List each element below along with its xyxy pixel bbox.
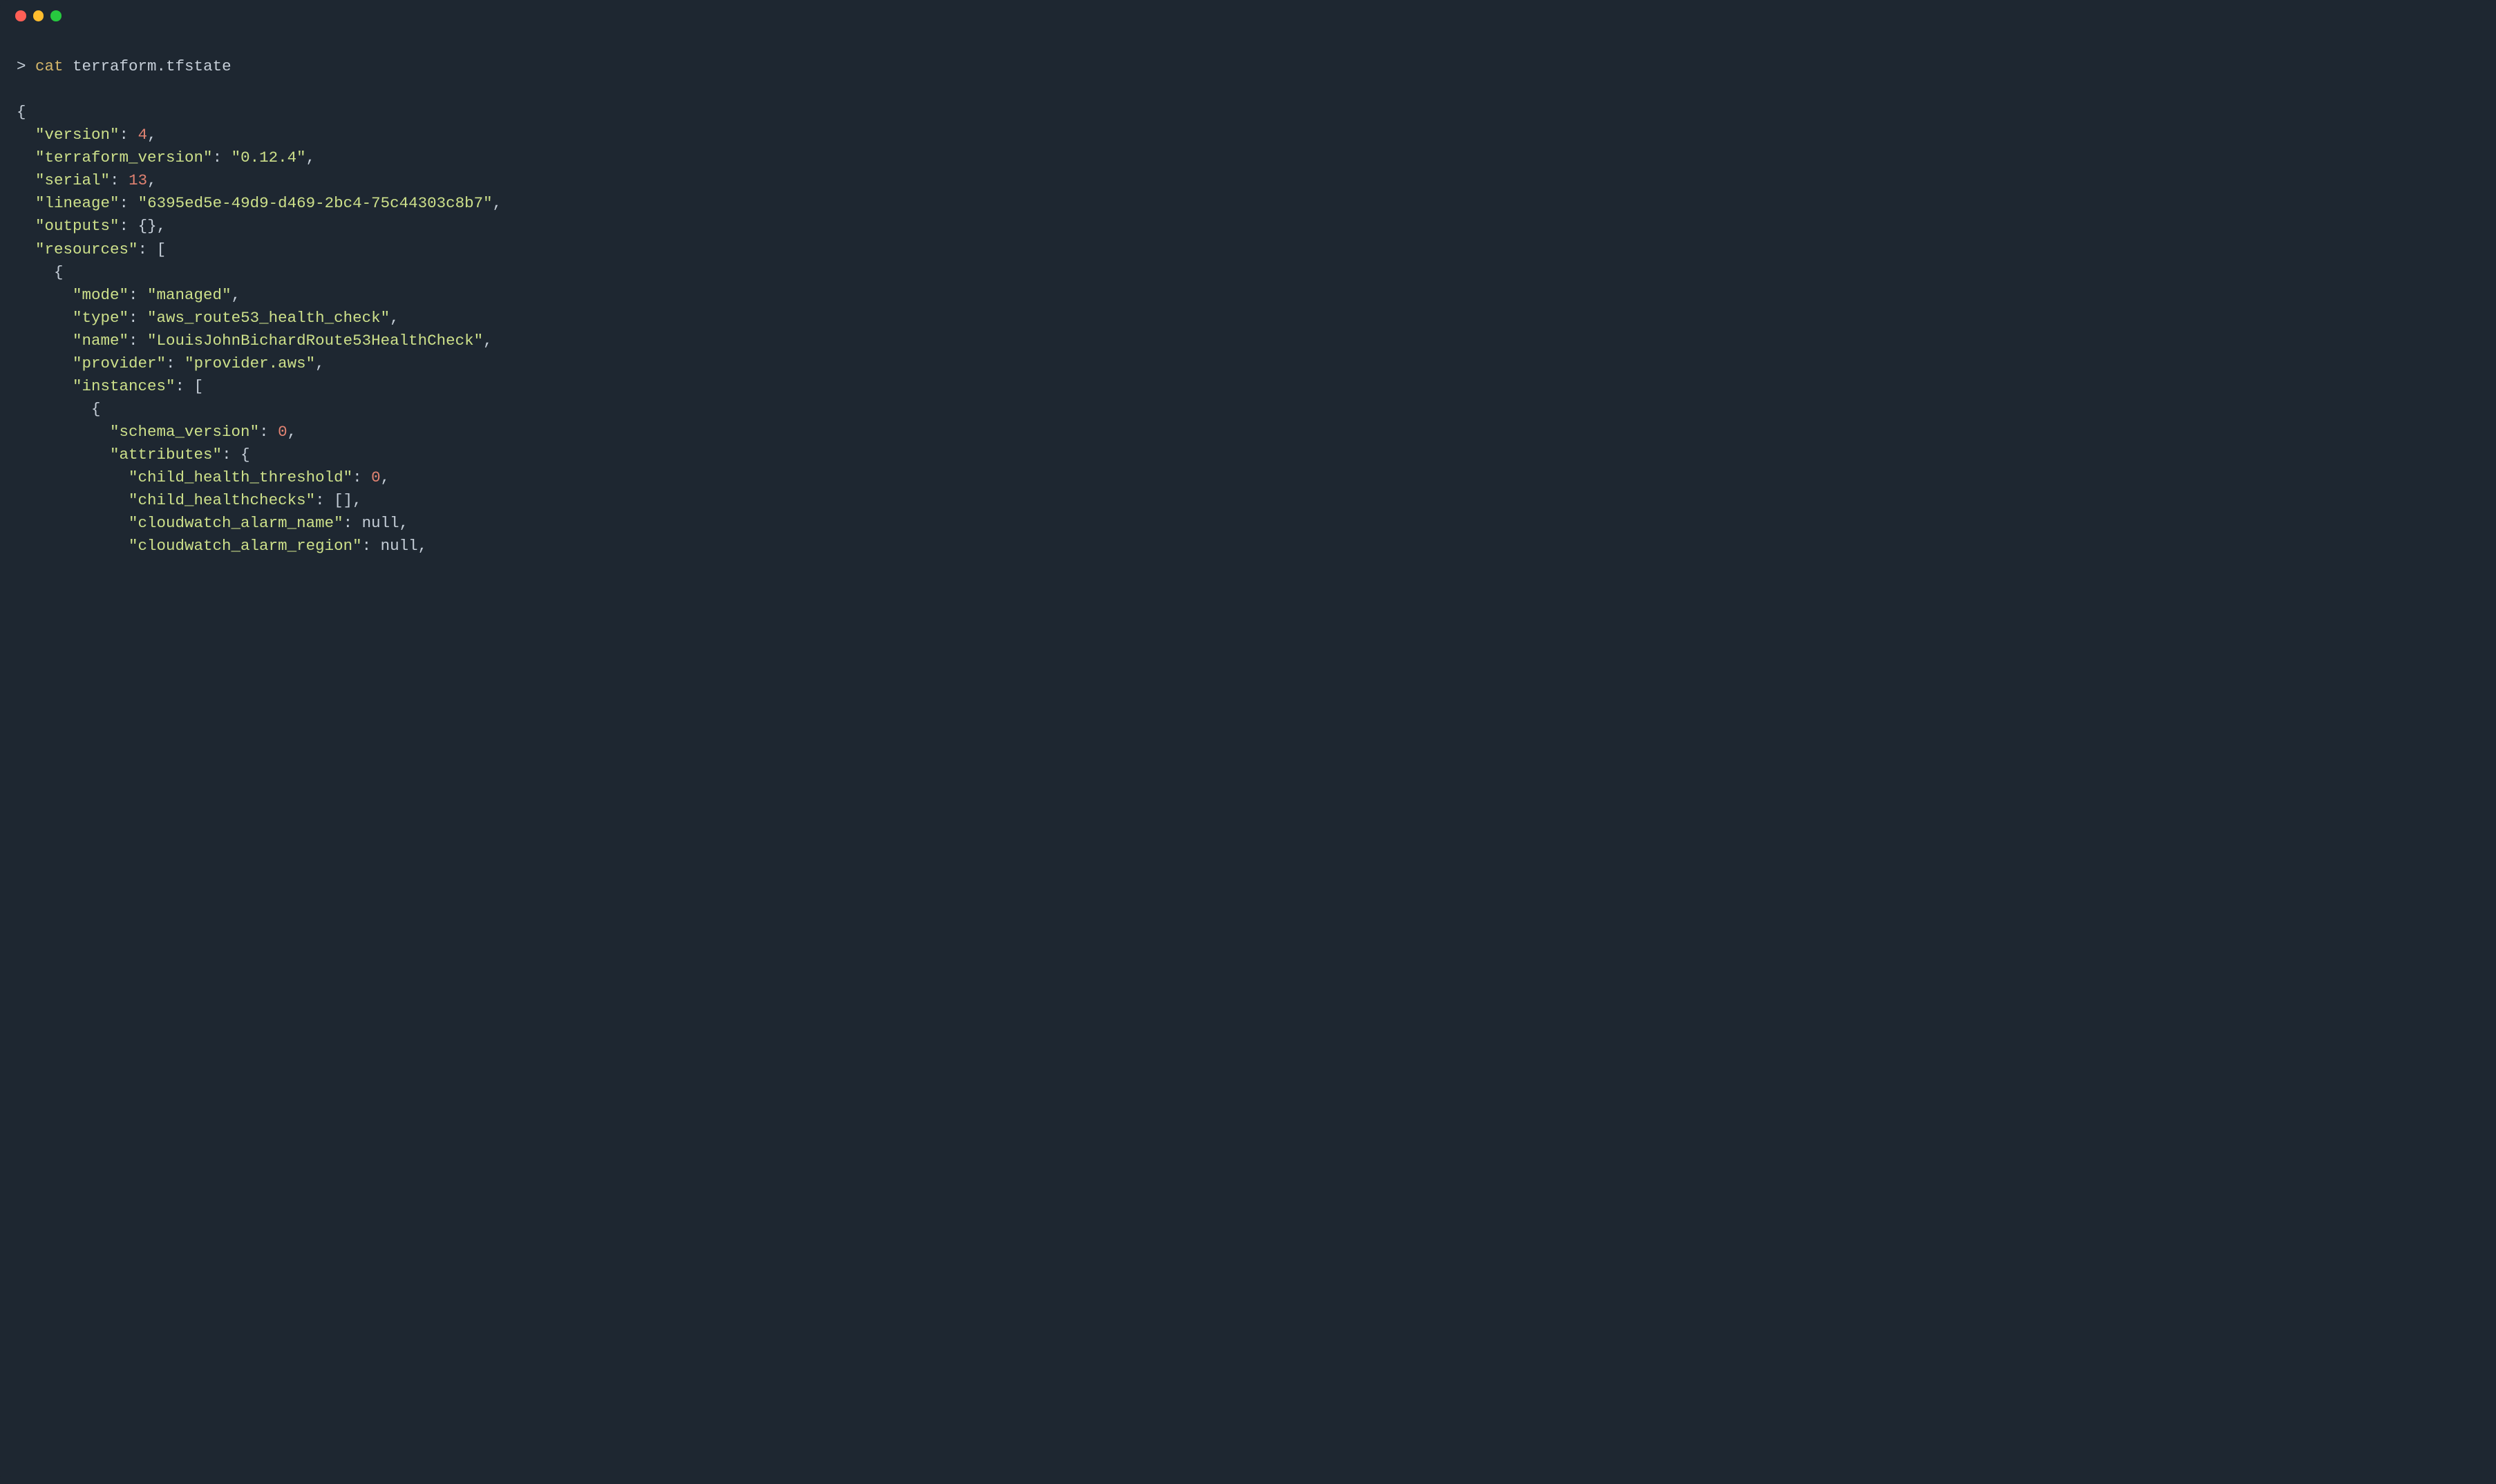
code-line: "version": 4, [17,124,2479,146]
title-bar [0,0,2496,32]
code-line: "type": "aws_route53_health_check", [17,307,2479,330]
code-line: "attributes": { [17,444,2479,466]
code-line: "provider": "provider.aws", [17,352,2479,375]
prompt: > [17,57,35,75]
blank-line [17,78,2479,101]
command-arg: terraform.tfstate [64,57,231,75]
code-line: "resources": [ [17,238,2479,261]
command: cat [35,57,64,75]
terminal-content[interactable]: > cat terraform.tfstate { "version": 4, … [0,32,2496,558]
command-line: > cat terraform.tfstate [17,55,2479,78]
code-line: "outputs": {}, [17,215,2479,238]
code-line: "mode": "managed", [17,284,2479,307]
code-line: "cloudwatch_alarm_region": null, [17,535,2479,558]
maximize-icon[interactable] [50,10,62,21]
code-line: "name": "LouisJohnBichardRoute53HealthCh… [17,330,2479,352]
code-line: { [17,398,2479,421]
code-line: "child_health_threshold": 0, [17,466,2479,489]
code-line: "cloudwatch_alarm_name": null, [17,512,2479,535]
code-line: "terraform_version": "0.12.4", [17,146,2479,169]
code-line: "serial": 13, [17,169,2479,192]
code-line: { [17,261,2479,284]
minimize-icon[interactable] [33,10,44,21]
close-icon[interactable] [15,10,26,21]
code-line: "schema_version": 0, [17,421,2479,444]
code-line: "child_healthchecks": [], [17,489,2479,512]
code-line: "lineage": "6395ed5e-49d9-d469-2bc4-75c4… [17,192,2479,215]
code-line: "instances": [ [17,375,2479,398]
code-line: { [17,101,2479,124]
terminal-window: > cat terraform.tfstate { "version": 4, … [0,0,2496,1484]
